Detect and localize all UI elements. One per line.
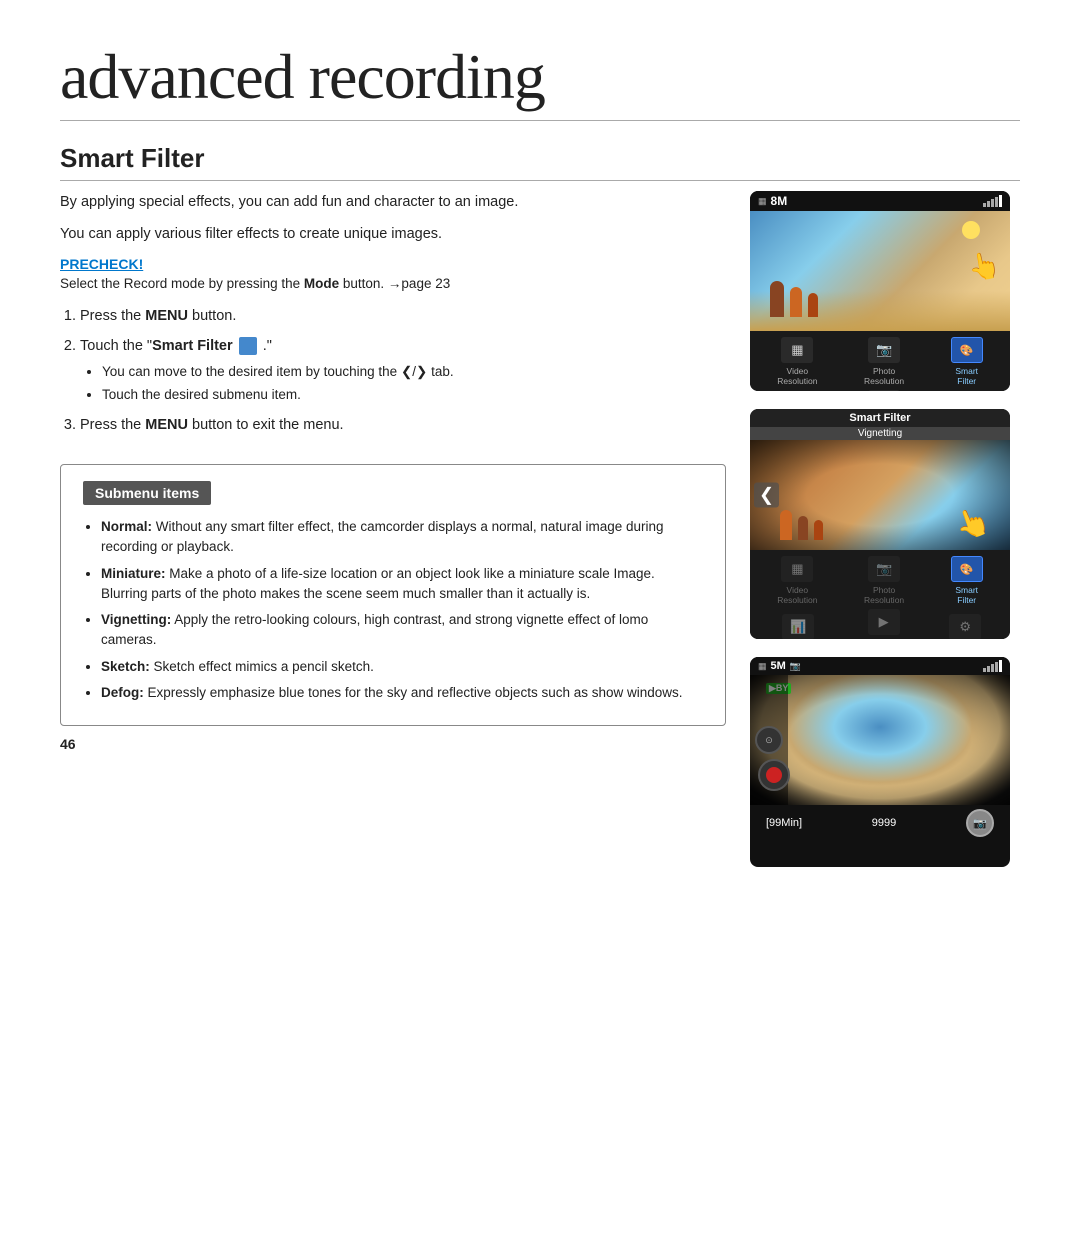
- screen1-photo-res: 📷 PhotoResolution: [864, 337, 904, 386]
- submenu-item-defog: Defog: Expressly emphasize blue tones fo…: [101, 683, 703, 703]
- screen1-video-res: ▦ VideoResolution: [777, 337, 817, 386]
- video-res-icon: ▦: [781, 337, 813, 363]
- screen1-menu-row: ▦ VideoResolution 📷 PhotoResolution 🎨 Sm…: [750, 331, 1010, 388]
- smart-filter-icon: [239, 337, 257, 355]
- s2-photo-res-icon: 📷: [868, 556, 900, 582]
- screen2-arrow-left: ❮: [754, 483, 779, 508]
- screen1-photo: 👆: [750, 211, 1010, 331]
- screen3-photo: ▶BY ⊙: [750, 675, 1010, 805]
- screen1-quickview: ▶ QuickView: [868, 390, 900, 391]
- screen3-time: [99Min]: [766, 817, 802, 829]
- screen2-quickview: ▶ QuickView: [868, 609, 900, 639]
- screen2-settings: ⚙ Settings: [949, 614, 981, 639]
- screen2-panorama: 📊 Panorama: [779, 614, 818, 639]
- submenu-item-normal: Normal: Without any smart filter effect,…: [101, 517, 703, 558]
- submenu-list: Normal: Without any smart filter effect,…: [83, 517, 703, 703]
- screen2-header: Smart Filter: [750, 409, 1010, 427]
- step-2: Touch the "Smart Filter ." You can move …: [80, 335, 726, 405]
- submenu-item-vignetting: Vignetting: Apply the retro-looking colo…: [101, 610, 703, 651]
- screen2-bottom-row: 📊 Panorama ▶ QuickView ⚙ Settings: [750, 607, 1010, 639]
- intro-line1: By applying special effects, you can add…: [60, 191, 726, 213]
- s2-quickview-icon: ▶: [868, 609, 900, 635]
- precheck-desc: Select the Record mode by pressing the M…: [60, 276, 726, 291]
- page-title: advanced recording: [60, 40, 1020, 121]
- screen1-topbar: ▦ 8M: [750, 191, 1010, 211]
- submenu-title: Submenu items: [83, 481, 211, 505]
- step-1: Press the MENU button.: [80, 305, 726, 327]
- screen2-sub: Vignetting: [750, 427, 1010, 440]
- precheck-label: PRECHECK!: [60, 256, 726, 272]
- screen2-smart-filter: 🎨 SmartFilter: [951, 556, 983, 605]
- intro-line2: You can apply various filter effects to …: [60, 223, 726, 245]
- submenu-box: Submenu items Normal: Without any smart …: [60, 464, 726, 726]
- steps-list: Press the MENU button. Touch the "Smart …: [60, 305, 726, 436]
- record-inner: [766, 767, 782, 783]
- camera-screen-1: ▦ 8M: [750, 191, 1010, 391]
- step-3: Press the MENU button to exit the menu.: [80, 414, 726, 436]
- screen1-bottom-row: 📊 Panorama ▶ QuickView ⚙ Settings: [750, 388, 1010, 391]
- quickview-icon: ▶: [868, 390, 900, 391]
- camera-screen-3: ▦ 5M 📷 ▶BY: [750, 657, 1010, 867]
- s2-settings-icon: ⚙: [949, 614, 981, 639]
- screen2-photo-res: 📷 PhotoResolution: [864, 556, 904, 605]
- step-2-bullet-2: Touch the desired submenu item.: [102, 385, 726, 406]
- s2-video-res-icon: ▦: [781, 556, 813, 582]
- smart-filter-icon-box: 🎨: [951, 337, 983, 363]
- record-button[interactable]: [758, 759, 790, 791]
- s2-smart-filter-icon: 🎨: [951, 556, 983, 582]
- submenu-item-miniature: Miniature: Make a photo of a life-size l…: [101, 564, 703, 605]
- step-2-bullet-1: You can move to the desired item by touc…: [102, 362, 726, 383]
- camera-screen-2: Smart Filter Vignetting ❮ 👆 ▦ VideoResol…: [750, 409, 1010, 639]
- screen3-signal-icon: [983, 660, 1002, 672]
- s2-panorama-icon: 📊: [782, 614, 814, 639]
- submenu-item-sketch: Sketch: Sketch effect mimics a pencil sk…: [101, 657, 703, 677]
- screen2-video-res: ▦ VideoResolution: [777, 556, 817, 605]
- screen2-photo: ❮ 👆: [750, 440, 1010, 550]
- screen3-bottom: [99Min] 9999 📷: [750, 805, 1010, 841]
- secondary-btn[interactable]: ⊙: [755, 726, 783, 754]
- screen3-count: 9999: [872, 817, 896, 829]
- shutter-button[interactable]: 📷: [966, 809, 994, 837]
- hand-cursor-1: 👆: [965, 248, 1002, 284]
- section-title: Smart Filter: [60, 143, 1020, 181]
- page-number: 46: [60, 736, 726, 752]
- signal-icon: [983, 195, 1002, 207]
- screen1-smart-filter: 🎨 SmartFilter: [951, 337, 983, 386]
- photo-res-icon: 📷: [868, 337, 900, 363]
- screen3-topbar: ▦ 5M 📷: [750, 657, 1010, 675]
- screen2-menu-row: ▦ VideoResolution 📷 PhotoResolution 🎨 Sm…: [750, 550, 1010, 607]
- left-column: By applying special effects, you can add…: [60, 191, 726, 867]
- right-column: ▦ 8M: [750, 191, 1020, 867]
